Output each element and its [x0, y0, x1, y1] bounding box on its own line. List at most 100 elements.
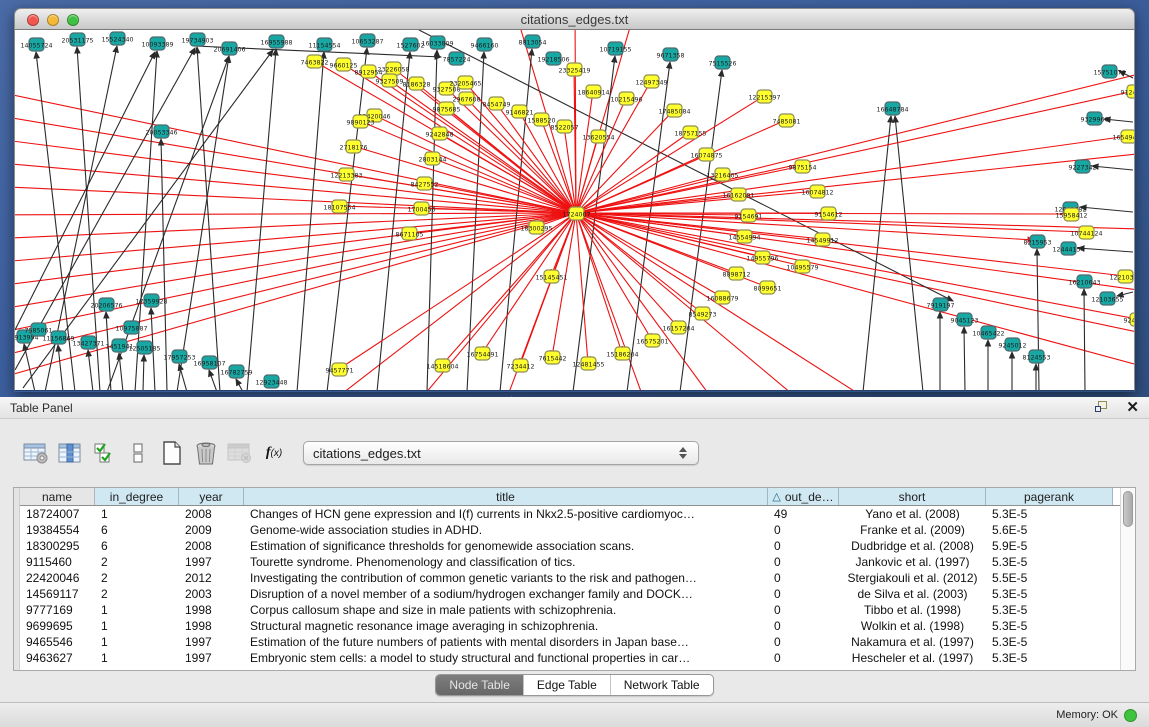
network-node[interactable]: 8671105: [395, 227, 423, 240]
network-edge[interactable]: [482, 213, 576, 353]
network-edge[interactable]: [177, 56, 229, 391]
network-edge[interactable]: [197, 47, 220, 391]
minimize-window-button[interactable]: [47, 14, 59, 26]
network-edge[interactable]: [15, 160, 576, 213]
network-node[interactable]: 7515526: [708, 56, 736, 69]
network-edge[interactable]: [247, 49, 276, 391]
column-header-short[interactable]: short: [839, 488, 986, 505]
network-node[interactable]: 16210643: [1068, 275, 1100, 288]
network-edge[interactable]: [236, 379, 243, 391]
network-edge[interactable]: [432, 158, 576, 213]
table-row[interactable]: 977716911998Corpus callosum shape and si…: [20, 602, 1120, 618]
network-node[interactable]: 9875685: [432, 102, 460, 115]
network-node[interactable]: 15145451: [535, 270, 567, 283]
network-node[interactable]: 16549412: [1112, 130, 1134, 143]
table-panel-header[interactable]: Table Panel ✕: [0, 397, 1149, 419]
network-node[interactable]: 12923448: [255, 375, 287, 388]
network-node[interactable]: 13427371: [72, 336, 104, 349]
column-header-in_degree[interactable]: in_degree: [95, 488, 179, 505]
network-edge[interactable]: [564, 126, 576, 213]
network-node[interactable]: 12103655: [1091, 292, 1123, 305]
network-edge[interactable]: [1080, 207, 1133, 212]
network-node[interactable]: 7234412: [506, 359, 534, 372]
network-node[interactable]: 9671358: [656, 48, 684, 61]
network-node[interactable]: 10093389: [141, 37, 173, 50]
network-node[interactable]: 2803144: [418, 152, 446, 165]
network-node[interactable]: 10719155: [599, 42, 631, 55]
network-node[interactable]: 14549912: [806, 233, 838, 246]
network-node[interactable]: 15186204: [606, 347, 638, 360]
network-edge[interactable]: [1037, 249, 1039, 391]
network-canvas[interactable]: 1405572420531175155243401009338919734903…: [14, 30, 1135, 391]
network-node[interactable]: 2967608: [452, 92, 480, 105]
network-edge[interactable]: [143, 355, 144, 391]
table-row[interactable]: 1456911722003Disruption of a novel membe…: [20, 586, 1120, 602]
network-edge[interactable]: [58, 345, 63, 391]
close-panel-icon[interactable]: ✕: [1126, 400, 1139, 415]
tab-network-table[interactable]: Network Table: [611, 675, 713, 695]
network-node[interactable]: 9329966: [1080, 112, 1108, 125]
network-edge[interactable]: [576, 191, 817, 213]
network-edge[interactable]: [15, 213, 576, 215]
network-edge[interactable]: [576, 213, 1134, 375]
network-edge[interactable]: [209, 370, 217, 391]
network-node[interactable]: 9245033: [1123, 313, 1134, 326]
network-edge[interactable]: [327, 48, 367, 391]
network-node[interactable]: 20531175: [61, 33, 93, 46]
network-node[interactable]: 9242848: [425, 127, 453, 140]
network-node[interactable]: 17485084: [658, 104, 690, 117]
deselect-all-icon[interactable]: [121, 436, 155, 470]
table-row[interactable]: 946554611997Estimation of the future num…: [20, 634, 1120, 650]
network-node[interactable]: 20206576: [90, 298, 122, 311]
table-row[interactable]: 1938455462009Genome-wide association stu…: [20, 522, 1120, 538]
network-node[interactable]: 16575201: [636, 334, 668, 347]
network-edge[interactable]: [119, 353, 123, 391]
network-edge[interactable]: [576, 213, 622, 353]
function-builder-icon[interactable]: f(x): [257, 436, 291, 470]
select-all-icon[interactable]: [87, 436, 121, 470]
network-node[interactable]: 10495579: [786, 260, 818, 273]
network-edge[interactable]: [15, 213, 576, 340]
tab-edge-table[interactable]: Edge Table: [524, 675, 611, 695]
column-header-title[interactable]: title: [244, 488, 768, 505]
network-node[interactable]: 12497349: [635, 75, 667, 88]
network-node[interactable]: 15524340: [101, 32, 133, 45]
network-edge[interactable]: [576, 213, 678, 327]
delete-trash-icon[interactable]: [189, 436, 223, 470]
network-node[interactable]: 11154554: [308, 38, 340, 51]
network-node[interactable]: 8549273: [688, 307, 716, 320]
network-node[interactable]: 2718176: [339, 140, 367, 153]
network-node[interactable]: 20691406: [213, 42, 245, 55]
table-selector-dropdown[interactable]: citations_edges.txt: [303, 441, 699, 465]
scrollbar-thumb[interactable]: [1123, 491, 1133, 527]
network-node[interactable]: 9875154: [788, 160, 816, 173]
network-node[interactable]: 13216405: [706, 168, 738, 181]
network-node[interactable]: 16958107: [193, 356, 225, 369]
network-node[interactable]: 18640914: [577, 85, 609, 98]
column-header-pagerank[interactable]: pagerank: [986, 488, 1113, 505]
network-node[interactable]: 16088679: [706, 291, 738, 304]
network-node[interactable]: 16648784: [876, 102, 908, 115]
column-header-out_de[interactable]: △out_de…: [768, 488, 839, 505]
network-edge[interactable]: [895, 116, 923, 391]
network-node[interactable]: 1527602: [396, 38, 424, 51]
network-edge[interactable]: [419, 30, 953, 301]
network-graph[interactable]: 1405572420531175155243401009338919734903…: [15, 30, 1134, 391]
network-node[interactable]: 9245012: [998, 338, 1026, 351]
network-edge[interactable]: [552, 213, 576, 357]
vertical-scrollbar[interactable]: [1120, 488, 1135, 670]
network-node[interactable]: 23325419: [558, 63, 590, 76]
network-node[interactable]: 23226058: [377, 62, 409, 75]
network-node[interactable]: 10215496: [610, 92, 642, 105]
memory-status-indicator[interactable]: [1124, 709, 1137, 722]
network-edge[interactable]: [964, 327, 965, 391]
network-node[interactable]: 9660125: [329, 58, 357, 71]
network-edge[interactable]: [1117, 292, 1133, 296]
network-node[interactable]: 14955796: [746, 251, 778, 264]
network-node[interactable]: 16157204: [662, 321, 694, 334]
network-node[interactable]: 12210355: [1109, 270, 1134, 283]
network-edge[interactable]: [179, 364, 187, 391]
network-edge[interactable]: [15, 52, 155, 330]
network-node[interactable]: 10653287: [351, 34, 383, 47]
network-node[interactable]: 7615442: [538, 351, 566, 364]
